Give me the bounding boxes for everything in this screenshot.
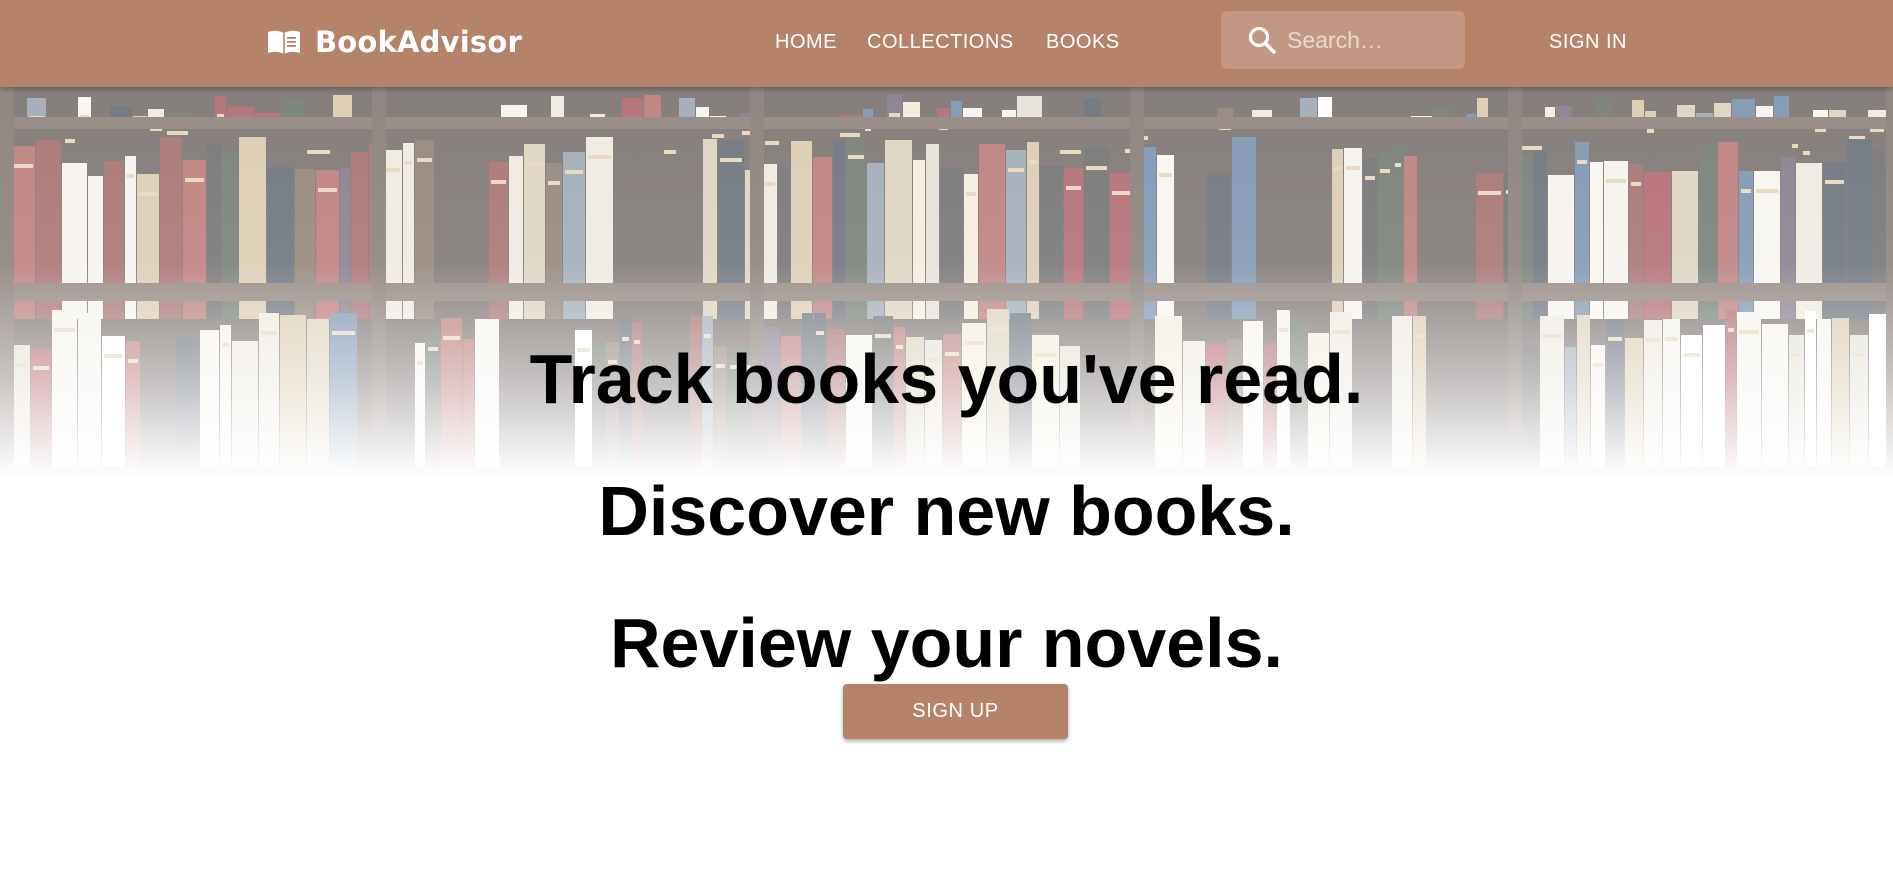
hero-fade-overlay	[0, 87, 1893, 477]
headline-review: Review your novels.	[609, 603, 1284, 682]
book-open-icon	[267, 27, 303, 57]
top-navbar: BookAdvisor HOME COLLECTIONS BOOKS SIGN …	[0, 0, 1893, 87]
nav-collections[interactable]: COLLECTIONS	[867, 26, 1014, 58]
search-icon	[1247, 25, 1277, 55]
nav-home[interactable]: HOME	[775, 26, 837, 58]
brand-logo-link[interactable]: BookAdvisor	[267, 22, 522, 62]
sign-in-button[interactable]: SIGN IN	[1549, 26, 1627, 58]
hero-background-bookshelf	[0, 87, 1893, 477]
page: BookAdvisor HOME COLLECTIONS BOOKS SIGN …	[0, 0, 1893, 881]
nav-books[interactable]: BOOKS	[1046, 26, 1120, 58]
sign-up-button[interactable]: SIGN UP	[843, 684, 1068, 739]
search-input[interactable]	[1287, 20, 1447, 60]
headline-discover: Discover new books.	[598, 471, 1295, 550]
brand-name: BookAdvisor	[315, 25, 522, 59]
search-box	[1221, 11, 1465, 69]
headline-track: Track books you've read.	[529, 339, 1364, 418]
